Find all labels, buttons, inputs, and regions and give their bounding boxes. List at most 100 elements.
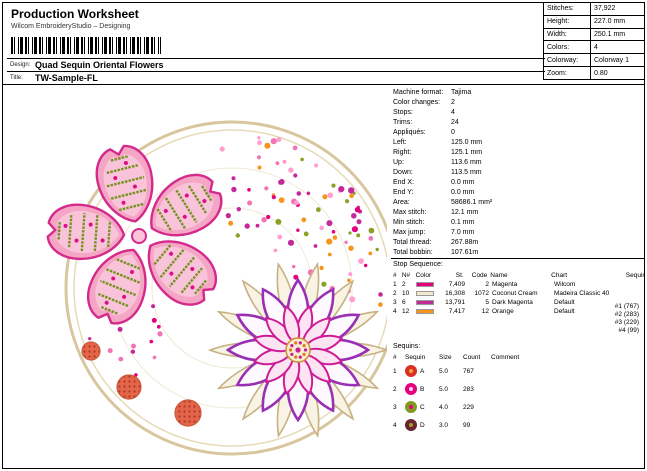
sequin-icon [405, 419, 417, 431]
stop-stitches: 7,417 [440, 308, 468, 315]
stop-row: 3613,7915Dark MagentaDefault [393, 298, 645, 307]
stop-code: 1072 [468, 290, 492, 297]
stat-row: End X:0.0 mm [393, 177, 643, 187]
stat-label: Left: [393, 139, 451, 146]
stat-label: Area: [393, 199, 451, 206]
sequin-row: 1A5.0767 [393, 362, 645, 380]
stat-row: Left:125.0 mm [393, 137, 643, 147]
stat-row: Stops:4 [393, 107, 643, 117]
stat-label: Down: [393, 169, 451, 176]
stop-row: 21016,3081072Coconut CreamMadeira Classi… [393, 289, 645, 298]
sequin-hole-icon [409, 387, 413, 391]
sequin-ref: #3 (229) [615, 319, 639, 327]
stat-row: Down:113.5 mm [393, 167, 643, 177]
sequin-num: 4 [393, 422, 405, 429]
sequins-table-header: #SequinSizeCountComment [393, 353, 645, 362]
stat-label: Appliqués: [393, 129, 451, 136]
stop-row: 127,4092MagentaWilcom [393, 280, 645, 289]
sequin-name: C [420, 404, 425, 411]
stop-color-cell [416, 281, 440, 288]
stat-label: End Y: [393, 189, 451, 196]
summary-value: 4 [590, 41, 644, 53]
sequin-cell: D [405, 419, 439, 431]
stop-num: 2 [393, 290, 402, 297]
summary-label: Colors: [544, 41, 590, 53]
stop-num: 3 [393, 299, 402, 306]
summary-value: 250.1 mm [590, 29, 644, 41]
sequin-col-header: Sequin [405, 354, 439, 361]
stop-color-cell [416, 290, 440, 297]
stat-label: Stops: [393, 109, 451, 116]
stat-label: Machine format: [393, 89, 451, 96]
sequin-count: 99 [463, 422, 491, 429]
stat-value: 0.0 mm [451, 179, 643, 186]
sequin-icon [405, 401, 417, 413]
stop-thread-name: Dark Magenta [492, 299, 554, 306]
summary-row: Width:250.1 mm [544, 29, 644, 42]
sequin-col-header: Comment [491, 354, 645, 361]
stat-row: Area:58686.1 mm² [393, 197, 643, 207]
stat-row: Color changes:2 [393, 97, 643, 107]
sequin-cell: A [405, 365, 439, 377]
sequins-table: #SequinSizeCountComment1A5.07672B5.02833… [393, 353, 645, 434]
summary-value: 0.80 [590, 67, 644, 79]
stop-stitches: 13,791 [440, 299, 468, 306]
sequin-row: 3C4.0229 [393, 398, 645, 416]
stat-label: Trims: [393, 119, 451, 126]
stop-color-cell [416, 299, 440, 306]
summary-value: 227.0 mm [590, 16, 644, 28]
sequin-cell: C [405, 401, 439, 413]
sequin-count: 283 [463, 386, 491, 393]
stat-label: Max stitch: [393, 209, 451, 216]
stat-value: 12.1 mm [451, 209, 643, 216]
design-name-value: Quad Sequin Oriental Flowers [35, 60, 164, 70]
thread-color-swatch [416, 291, 434, 296]
stat-row: Max jump:7.0 mm [393, 227, 643, 237]
stop-thread-name: Coconut Cream [492, 290, 554, 297]
page-subtitle: Wilcom EmbroideryStudio – Designing [11, 23, 130, 30]
stop-sequence-table: #N#ColorSt.CodeNameChartSequin127,4092Ma… [393, 271, 645, 316]
stop-chart: Madeira Classic 40 [554, 290, 630, 297]
stop-col-header: # [393, 272, 402, 279]
stop-thread-name: Magenta [492, 281, 554, 288]
stat-row: Trims:24 [393, 117, 643, 127]
stat-label: Up: [393, 159, 451, 166]
summary-value: Colorway 1 [590, 54, 644, 66]
sequin-ref: #4 (99) [615, 327, 639, 335]
summary-row: Colors:4 [544, 41, 644, 54]
summary-row: Colorway:Colorway 1 [544, 54, 644, 67]
stop-col-header: St. [439, 272, 467, 279]
summary-box: Stitches:37,922Height:227.0 mmWidth:250.… [543, 3, 644, 80]
barcode [11, 37, 161, 54]
sequin-size: 4.0 [439, 404, 463, 411]
stat-value: 0.1 mm [451, 219, 643, 226]
stat-label: Right: [393, 149, 451, 156]
title-label: Title: [7, 75, 31, 81]
stat-row: Appliqués:0 [393, 127, 643, 137]
sequin-col-header: Size [439, 354, 463, 361]
stop-col-header: Sequin [626, 272, 645, 279]
summary-row: Height:227.0 mm [544, 16, 644, 29]
stop-num: 4 [393, 308, 402, 315]
stop-col-header: N# [402, 272, 416, 279]
stop-row: 4127,41712OrangeDefault [393, 307, 645, 316]
stop-sequence-heading: Stop Sequence: [393, 261, 443, 268]
summary-row: Zoom:0.80 [544, 67, 644, 79]
title-value: TW-Sample-FL [35, 73, 98, 83]
page-title: Production Worksheet [11, 7, 139, 21]
stat-value: 58686.1 mm² [451, 199, 643, 206]
stat-row: Machine format:Tajima [393, 87, 643, 97]
stat-value: 113.5 mm [451, 169, 643, 176]
stop-needle: 6 [402, 299, 416, 306]
stats-divider [391, 258, 645, 259]
header-divider [3, 84, 644, 85]
sequin-hole-icon [409, 423, 413, 427]
sequin-col-header: Count [463, 354, 491, 361]
design-stats: Machine format:TajimaColor changes:2Stop… [393, 87, 643, 257]
sequin-name: D [420, 422, 425, 429]
stop-color-cell [416, 308, 440, 315]
stop-col-header: Name [490, 272, 551, 279]
stat-label: Total thread: [393, 239, 451, 246]
stop-code: 2 [468, 281, 492, 288]
sequin-row: 4D3.099 [393, 416, 645, 434]
